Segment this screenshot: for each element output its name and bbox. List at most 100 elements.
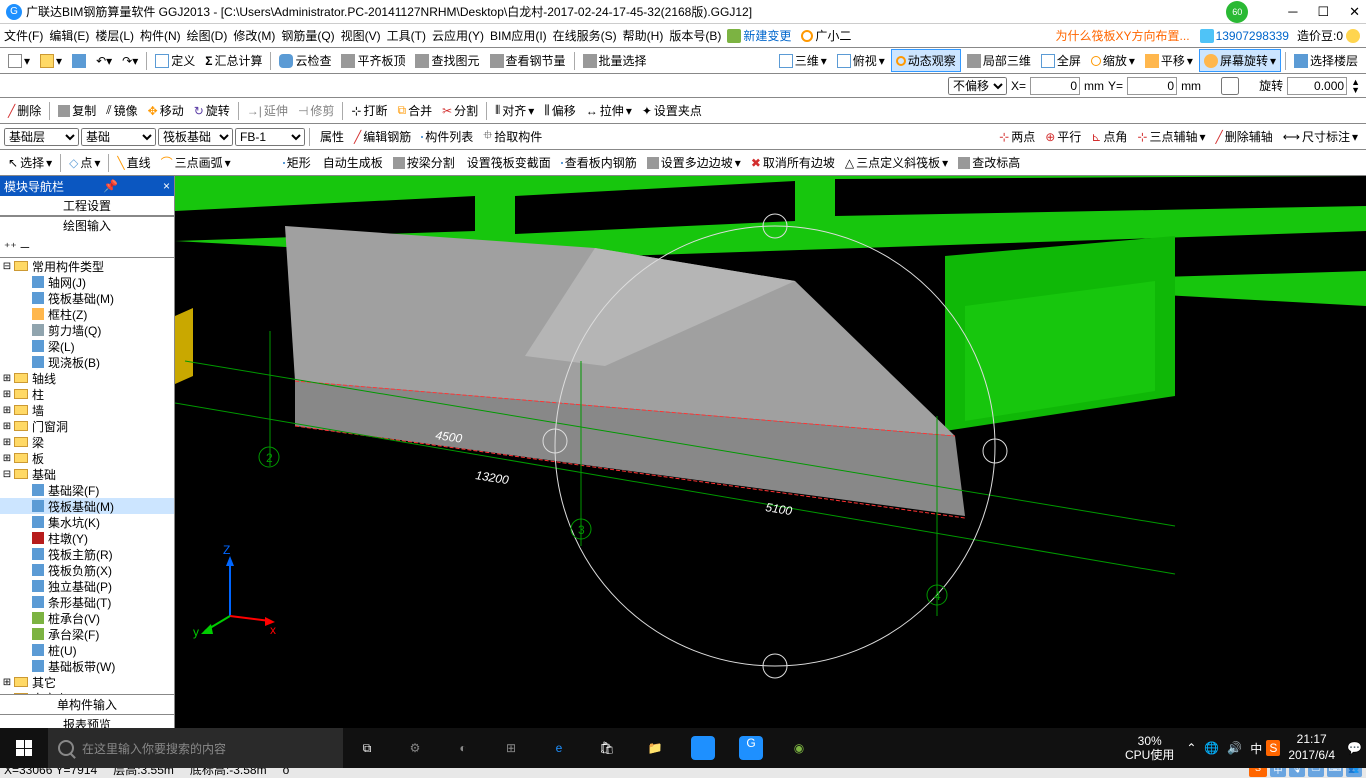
- taskbar-icon[interactable]: ⊞: [487, 728, 535, 768]
- expand-icon[interactable]: ⁺⁺: [4, 240, 17, 254]
- taskbar-search[interactable]: 在这里输入你要搜索的内容: [48, 728, 343, 768]
- flat-top-button[interactable]: 平齐板顶: [337, 50, 409, 71]
- category-filter[interactable]: 基础: [81, 128, 156, 146]
- menu-floor[interactable]: 楼层(L): [95, 27, 134, 44]
- offset-select[interactable]: 不偏移: [948, 77, 1007, 95]
- extend-button[interactable]: →|延伸: [243, 100, 292, 121]
- menu-online[interactable]: 在线服务(S): [553, 27, 617, 44]
- menu-draw[interactable]: 绘图(D): [187, 27, 228, 44]
- section-button[interactable]: 设置筏板变截面: [461, 152, 555, 173]
- tree-item[interactable]: 筏板主筋(R): [46, 546, 115, 563]
- menu-file[interactable]: 文件(F): [4, 27, 43, 44]
- collapse-icon[interactable]: ─: [21, 240, 30, 254]
- x-input[interactable]: [1030, 77, 1080, 95]
- tree-item[interactable]: 梁(L): [46, 338, 77, 355]
- zoom-button[interactable]: 缩放▾: [1087, 50, 1139, 71]
- tree-item[interactable]: 筏板基础(M): [46, 290, 116, 307]
- tray-vol-icon[interactable]: 🔊: [1223, 741, 1246, 755]
- merge-button[interactable]: ⧉合并: [393, 100, 436, 121]
- list-button[interactable]: 构件列表: [417, 126, 477, 147]
- taskbar-clock[interactable]: 21:172017/6/4: [1280, 732, 1343, 763]
- view-3d-button[interactable]: 三维▾: [775, 50, 831, 71]
- new-button[interactable]: ▾: [4, 52, 34, 70]
- attr-button[interactable]: 属性: [314, 126, 348, 147]
- tree-folder[interactable]: 其它: [30, 674, 58, 691]
- move-button[interactable]: ✥移动: [144, 100, 188, 121]
- redo-button[interactable]: ↷▾: [118, 52, 142, 70]
- viewport-3d[interactable]: 4500 13200 5100 2 3 4 Z x y: [175, 176, 1366, 734]
- tree-item[interactable]: 承台梁(F): [46, 626, 101, 643]
- toggle[interactable]: ⊞: [2, 421, 12, 432]
- close-panel-icon[interactable]: ×: [163, 179, 170, 193]
- notification-icon[interactable]: 💬: [1343, 741, 1366, 755]
- toggle[interactable]: ⊞: [2, 405, 12, 416]
- floor-filter[interactable]: 基础层: [4, 128, 79, 146]
- dynamic-view-button[interactable]: 动态观察: [891, 49, 961, 72]
- break-button[interactable]: ⊹打断: [347, 100, 391, 121]
- toggle[interactable]: ⊞: [2, 437, 12, 448]
- two-point-button[interactable]: ⊹两点: [995, 126, 1039, 147]
- select-floor-button[interactable]: 选择楼层: [1290, 50, 1362, 71]
- del-axis-button[interactable]: ╱删除辅轴: [1212, 126, 1277, 147]
- tab-single-input[interactable]: 单构件输入: [0, 694, 174, 714]
- copy-button[interactable]: 复制: [54, 100, 100, 121]
- sum-button[interactable]: Σ 汇总计算: [201, 50, 266, 71]
- tray-sogou-icon[interactable]: S: [1266, 740, 1280, 756]
- angle-button[interactable]: ⊾点角: [1087, 126, 1131, 147]
- slope-3pt-button[interactable]: △三点定义斜筏板▾: [841, 152, 952, 173]
- tree-folder[interactable]: 板: [30, 450, 46, 467]
- menu-modify[interactable]: 修改(M): [233, 27, 275, 44]
- tree-item[interactable]: 轴网(J): [46, 274, 88, 291]
- tab-project-settings[interactable]: 工程设置: [0, 196, 174, 216]
- arc-tool[interactable]: ⌒三点画弧▾: [157, 152, 235, 173]
- green-badge[interactable]: 60: [1226, 1, 1248, 23]
- tree-item[interactable]: 条形基础(T): [46, 594, 113, 611]
- spinner-icon[interactable]: ▲▼: [1351, 78, 1360, 94]
- menu-bim[interactable]: BIM应用(I): [490, 27, 547, 44]
- beam-split-button[interactable]: 按梁分割: [389, 152, 459, 173]
- stretch-button[interactable]: ↔拉伸▾: [582, 100, 636, 121]
- local-3d-button[interactable]: 局部三维: [963, 50, 1035, 71]
- edit-rebar-button[interactable]: ╱编辑钢筋: [350, 126, 415, 147]
- tree-folder[interactable]: 轴线: [30, 370, 58, 387]
- auto-board-button[interactable]: 自动生成板: [317, 152, 387, 173]
- taskbar-app2[interactable]: G: [727, 728, 775, 768]
- tree-item[interactable]: 框柱(Z): [46, 306, 89, 323]
- new-change-link[interactable]: 新建变更: [743, 27, 791, 44]
- tree-item[interactable]: 基础梁(F): [46, 482, 101, 499]
- tree-item[interactable]: 基础板带(W): [46, 658, 117, 675]
- rotate-button[interactable]: ↻旋转: [190, 100, 234, 121]
- tree-folder[interactable]: 柱: [30, 386, 46, 403]
- menu-tools[interactable]: 工具(T): [387, 27, 426, 44]
- toggle[interactable]: ⊞: [2, 373, 12, 384]
- menu-edit[interactable]: 编辑(E): [49, 27, 89, 44]
- menu-version[interactable]: 版本号(B): [669, 27, 721, 44]
- gxr-link[interactable]: 广小二: [815, 27, 851, 44]
- taskbar-explorer[interactable]: 📁: [631, 728, 679, 768]
- menu-rebar[interactable]: 钢筋量(Q): [281, 27, 334, 44]
- why-link[interactable]: 为什么筏板XY方向布置...: [1056, 27, 1190, 44]
- tree-item[interactable]: 桩(U): [46, 642, 79, 659]
- taskbar-store[interactable]: 🛍: [583, 728, 631, 768]
- split-button[interactable]: ✂分割: [438, 100, 482, 121]
- menu-help[interactable]: 帮助(H): [623, 27, 664, 44]
- fullscreen-button[interactable]: 全屏: [1037, 50, 1085, 71]
- line-tool[interactable]: ╲直线: [113, 152, 154, 173]
- screen-rotate-button[interactable]: 屏幕旋转▾: [1199, 49, 1281, 72]
- grip-button[interactable]: ✦设置夹点: [638, 100, 706, 121]
- cloud-check-button[interactable]: 云检查: [275, 50, 335, 71]
- maximize-button[interactable]: ☐: [1317, 4, 1329, 20]
- menu-view[interactable]: 视图(V): [341, 27, 381, 44]
- tree-base[interactable]: 基础: [30, 466, 58, 483]
- point-tool[interactable]: ◇点▾: [65, 152, 104, 173]
- pick-button[interactable]: ⯐拾取构件: [479, 124, 546, 149]
- define-button[interactable]: 定义: [151, 50, 199, 71]
- rotate-checkbox[interactable]: [1205, 77, 1255, 95]
- rotate-input[interactable]: [1287, 77, 1347, 95]
- task-view-button[interactable]: ⧉: [343, 728, 391, 768]
- inner-rebar-button[interactable]: 查看板内钢筋: [557, 152, 641, 173]
- tree-item[interactable]: 筏板负筋(X): [46, 562, 114, 579]
- menu-cloud[interactable]: 云应用(Y): [432, 27, 484, 44]
- tree-item[interactable]: 柱墩(Y): [46, 530, 90, 547]
- tree-folder[interactable]: 梁: [30, 434, 46, 451]
